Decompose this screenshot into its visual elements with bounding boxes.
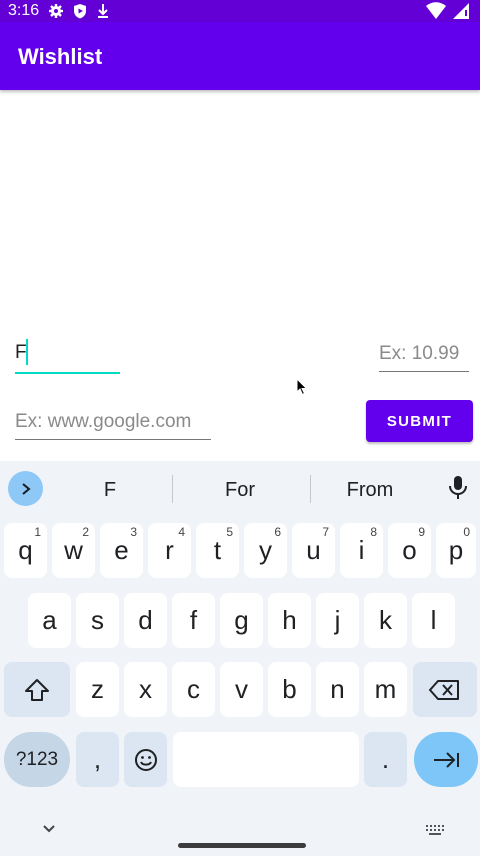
emoji-icon: [134, 748, 157, 771]
price-input[interactable]: Ex: 10.99: [379, 340, 469, 372]
key-v[interactable]: v: [220, 662, 263, 717]
chevron-right-icon: [21, 482, 31, 495]
key-hint: 5: [226, 525, 233, 539]
key-hint: 6: [274, 525, 281, 539]
key-hint: 3: [130, 525, 137, 539]
suggestion-3[interactable]: From: [320, 479, 420, 502]
soft-keyboard: F For From q1 w2 e3 r4 t5 y6 u7 i8 o9 p0…: [0, 461, 480, 856]
suggestion-divider: [172, 475, 173, 503]
submit-button[interactable]: SUBMIT: [366, 400, 473, 442]
key-label: i: [358, 535, 365, 565]
suggestion-divider: [310, 475, 311, 503]
suggestion-1[interactable]: F: [60, 479, 160, 502]
download-icon: [98, 4, 108, 18]
navigation-bar: [0, 812, 480, 856]
url-placeholder: Ex: www.google.com: [15, 411, 192, 432]
text-cursor: [26, 339, 28, 365]
key-u[interactable]: u7: [292, 523, 335, 578]
key-i[interactable]: i8: [340, 523, 383, 578]
status-bar: 3:16: [0, 0, 480, 22]
key-m[interactable]: m: [364, 662, 407, 717]
price-placeholder: Ex: 10.99: [379, 343, 460, 364]
key-n[interactable]: n: [316, 662, 359, 717]
key-label: q: [18, 535, 33, 565]
mouse-pointer-icon: [296, 378, 308, 396]
key-g[interactable]: g: [220, 593, 263, 648]
play-protect-icon: [74, 4, 86, 19]
key-q[interactable]: q1: [4, 523, 47, 578]
key-d[interactable]: d: [124, 593, 167, 648]
key-p[interactable]: p0: [436, 523, 476, 578]
key-hint: 4: [178, 525, 185, 539]
key-label: r: [165, 535, 174, 565]
shift-icon: [25, 678, 49, 701]
key-label: o: [402, 535, 417, 565]
status-time: 3:16: [8, 2, 40, 19]
key-label: u: [306, 535, 321, 565]
key-e[interactable]: e3: [100, 523, 143, 578]
expand-toolbar-button[interactable]: [8, 471, 43, 506]
key-h[interactable]: h: [268, 593, 311, 648]
key-o[interactable]: o9: [388, 523, 431, 578]
key-j[interactable]: j: [316, 593, 359, 648]
key-r[interactable]: r4: [148, 523, 191, 578]
key-label: t: [213, 535, 222, 565]
key-k[interactable]: k: [364, 593, 407, 648]
keyboard-switch-icon[interactable]: [425, 824, 445, 836]
space-key[interactable]: [173, 732, 359, 787]
item-name-value: F: [15, 342, 27, 363]
period-key[interactable]: .: [364, 732, 407, 787]
shift-key[interactable]: [4, 662, 70, 717]
microphone-icon[interactable]: [447, 475, 469, 501]
key-label: y: [259, 535, 272, 565]
key-c[interactable]: c: [172, 662, 215, 717]
key-hint: 7: [322, 525, 329, 539]
gear-icon: [49, 4, 63, 18]
key-s[interactable]: s: [76, 593, 119, 648]
app-title: Wishlist: [18, 44, 103, 69]
key-hint: 1: [34, 525, 41, 539]
suggestion-strip: F For From: [0, 461, 480, 515]
wifi-icon: [426, 2, 446, 19]
url-input[interactable]: Ex: www.google.com: [15, 408, 211, 440]
key-hint: 9: [418, 525, 425, 539]
symbols-key[interactable]: ?123: [4, 732, 70, 787]
key-a[interactable]: a: [28, 593, 71, 648]
comma-key[interactable]: ,: [76, 732, 119, 787]
suggestion-2[interactable]: For: [185, 479, 295, 502]
key-hint: 2: [82, 525, 89, 539]
emoji-key[interactable]: [124, 732, 167, 787]
app-bar: Wishlist: [0, 22, 480, 90]
key-hint: 0: [463, 525, 470, 539]
key-z[interactable]: z: [76, 662, 119, 717]
key-label: w: [64, 535, 83, 565]
item-name-input[interactable]: F: [15, 338, 120, 374]
key-w[interactable]: w2: [52, 523, 95, 578]
key-y[interactable]: y6: [244, 523, 287, 578]
key-hint: 8: [370, 525, 377, 539]
key-label: e: [114, 535, 129, 565]
battery-icon: [453, 3, 469, 19]
backspace-icon: [429, 679, 459, 700]
key-t[interactable]: t5: [196, 523, 239, 578]
tab-next-icon: [434, 751, 459, 768]
home-gesture-bar[interactable]: [178, 843, 306, 848]
key-x[interactable]: x: [124, 662, 167, 717]
next-action-key[interactable]: [414, 732, 478, 787]
key-label: p: [448, 535, 464, 565]
key-b[interactable]: b: [268, 662, 311, 717]
key-l[interactable]: l: [412, 593, 455, 648]
chevron-down-icon[interactable]: [42, 824, 56, 834]
key-f[interactable]: f: [172, 593, 215, 648]
backspace-key[interactable]: [413, 662, 477, 717]
